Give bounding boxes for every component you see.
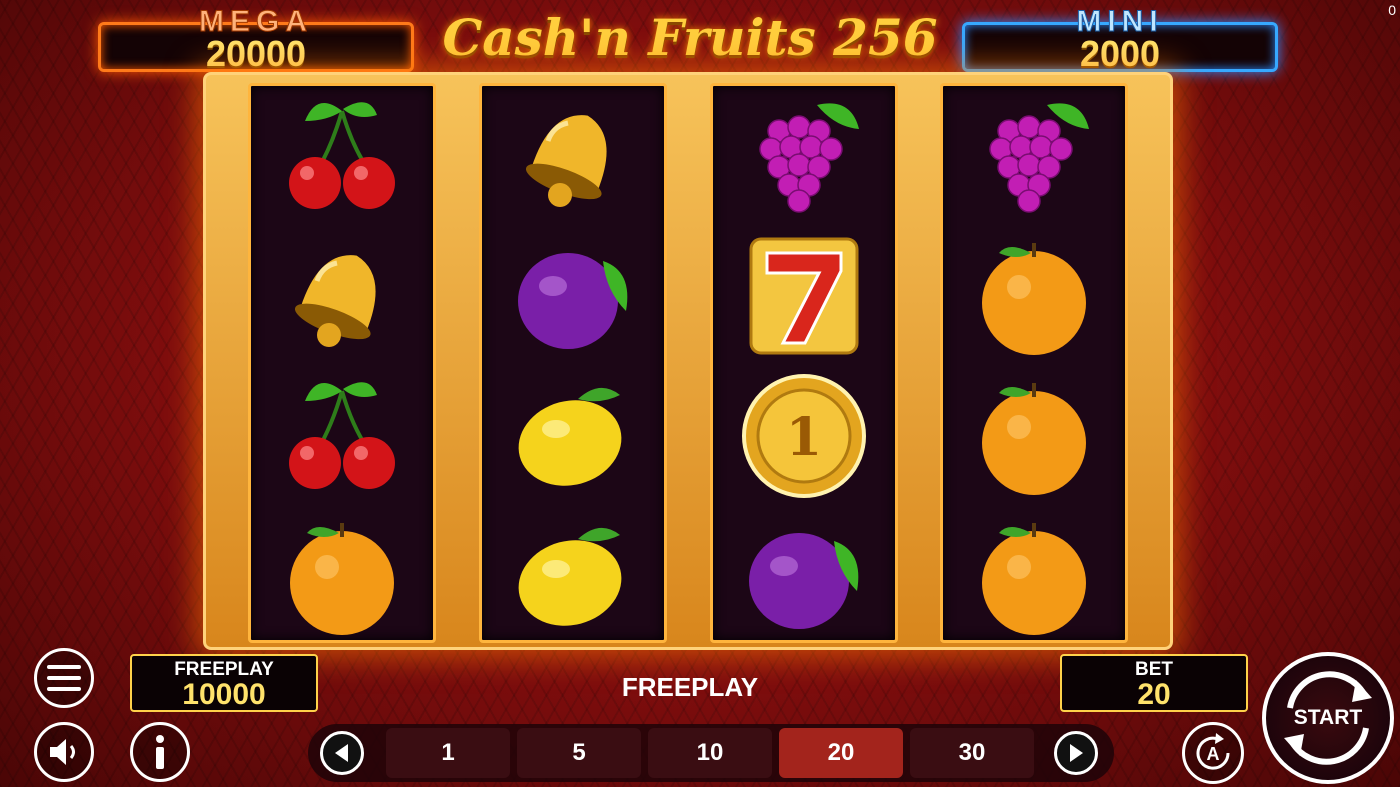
- orange-symbol: [943, 366, 1125, 506]
- cherry-symbol: [251, 366, 433, 506]
- orange-icon: [982, 383, 1086, 495]
- menu-icon: [47, 665, 81, 691]
- bell-symbol: [482, 86, 664, 226]
- arrow-left-icon: [335, 744, 348, 762]
- autoplay-icon: A: [1196, 733, 1230, 770]
- grapes-symbol: [943, 86, 1125, 226]
- game-title: Cash'n Fruits 256: [442, 8, 938, 67]
- mega-jackpot-value: 20000: [205, 33, 307, 74]
- coin-icon: 1: [742, 374, 866, 498]
- bell-icon: [525, 115, 607, 207]
- grapes-icon: [759, 103, 859, 213]
- bet-selector: 1 5 10 20 30: [308, 724, 1114, 782]
- start-label: START: [1293, 706, 1363, 729]
- plum-icon: [749, 533, 859, 629]
- bet-option-10[interactable]: 10: [648, 728, 772, 778]
- mega-jackpot: MEGA 20000: [98, 5, 414, 74]
- plum-symbol: [482, 226, 664, 366]
- mini-jackpot: MINI 2000: [962, 5, 1278, 74]
- bet-value: 20: [1137, 678, 1171, 711]
- bet-option-1[interactable]: 1: [386, 728, 510, 778]
- reel-1: [248, 83, 436, 643]
- bet-option-5[interactable]: 5: [517, 728, 641, 778]
- plum-icon: [518, 253, 628, 349]
- cherry-symbol: [251, 86, 433, 226]
- lemon-symbol: [482, 506, 664, 646]
- mini-jackpot-value: 2000: [1079, 33, 1161, 74]
- reel-3: 1: [710, 83, 898, 643]
- reel-2: [479, 83, 667, 643]
- cherry-icon: [289, 382, 395, 489]
- arrow-right-icon: [1070, 744, 1083, 762]
- bet-box: BET 20: [1060, 654, 1248, 712]
- menu-button[interactable]: [34, 648, 94, 708]
- reel-4: [940, 83, 1128, 643]
- orange-symbol: [251, 506, 433, 646]
- lemon-symbol: [482, 366, 664, 506]
- bet-option-20[interactable]: 20: [779, 728, 903, 778]
- seven-symbol: [713, 226, 895, 366]
- orange-icon: [290, 523, 394, 635]
- reel-frame: 1: [203, 72, 1173, 650]
- bell-symbol: [251, 226, 433, 366]
- cherry-icon: [289, 102, 395, 209]
- grapes-icon: [989, 103, 1089, 213]
- svg-text:A: A: [1207, 744, 1220, 764]
- info-icon: [156, 735, 164, 769]
- start-button[interactable]: START: [1262, 652, 1394, 784]
- balance-value: 10000: [182, 678, 266, 711]
- sound-button[interactable]: [34, 722, 94, 782]
- plum-symbol: [713, 506, 895, 646]
- coin-symbol: 1: [713, 366, 895, 506]
- seven-icon: [749, 237, 859, 355]
- bet-option-30[interactable]: 30: [910, 728, 1034, 778]
- status-text: FREEPLAY: [621, 672, 759, 702]
- sound-icon: [50, 739, 75, 765]
- orange-symbol: [943, 506, 1125, 646]
- orange-symbol: [943, 226, 1125, 366]
- balance-box: FREEPLAY 10000: [130, 654, 318, 712]
- bell-icon: [294, 255, 376, 347]
- grapes-symbol: [713, 86, 895, 226]
- lemon-icon: [518, 387, 622, 486]
- corner-counter: 0: [1388, 2, 1396, 18]
- info-button[interactable]: [130, 722, 190, 782]
- orange-icon: [982, 243, 1086, 355]
- lemon-icon: [518, 527, 622, 626]
- bet-increase-button[interactable]: [1054, 731, 1098, 775]
- autoplay-button[interactable]: A: [1182, 722, 1244, 784]
- svg-text:1: 1: [786, 407, 822, 468]
- bet-decrease-button[interactable]: [320, 731, 364, 775]
- orange-icon: [982, 523, 1086, 635]
